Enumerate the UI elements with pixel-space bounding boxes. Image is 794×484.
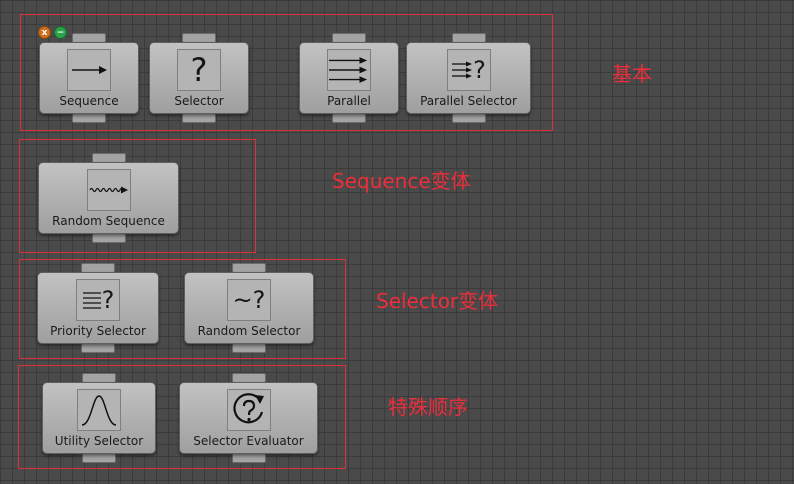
output-port[interactable]	[451, 113, 486, 123]
parallel-arrows-icon	[327, 49, 371, 91]
node-sequence[interactable]: Sequence	[39, 33, 139, 123]
parallel-selector-icon: ?	[446, 49, 491, 91]
node-body[interactable]: ~? Random Selector	[184, 272, 314, 344]
group-label-basic: 基本	[612, 62, 652, 86]
output-port[interactable]	[81, 343, 115, 353]
question-cycle-icon	[226, 389, 271, 431]
node-body[interactable]: Sequence	[39, 42, 139, 114]
wavy-arrow-icon	[86, 169, 131, 211]
node-label: Parallel	[327, 94, 371, 108]
arrow-right-icon	[67, 49, 111, 91]
node-selector[interactable]: ? Selector	[149, 33, 249, 123]
output-port[interactable]	[232, 343, 266, 353]
random-selector-icon: ~?	[227, 279, 271, 321]
output-port[interactable]	[231, 453, 266, 463]
node-random-sequence[interactable]: Random Sequence	[38, 153, 179, 243]
question-glyph: ?	[101, 286, 115, 314]
node-priority-selector[interactable]: ? Priority Selector	[37, 263, 159, 353]
output-port[interactable]	[72, 113, 106, 123]
question-mark-icon: ?	[177, 49, 221, 91]
node-label: Selector Evaluator	[193, 434, 304, 448]
group-label-sequence-variants: Sequence变体	[332, 169, 471, 193]
question-glyph: ?	[190, 51, 208, 89]
node-random-selector[interactable]: ~? Random Selector	[184, 263, 314, 353]
node-body[interactable]: Selector Evaluator	[179, 382, 318, 454]
node-selector-evaluator[interactable]: Selector Evaluator	[179, 373, 318, 463]
node-utility-selector[interactable]: Utility Selector	[42, 373, 156, 463]
node-body[interactable]: ? Priority Selector	[37, 272, 159, 344]
output-port[interactable]	[82, 453, 116, 463]
output-port[interactable]	[91, 233, 126, 243]
node-body[interactable]: Utility Selector	[42, 382, 156, 454]
bell-curve-icon	[77, 389, 121, 431]
node-label: Sequence	[59, 94, 119, 108]
node-body[interactable]: ? Selector	[149, 42, 249, 114]
node-label: Utility Selector	[54, 434, 144, 448]
output-port[interactable]	[182, 113, 216, 123]
node-body[interactable]: Parallel	[299, 42, 399, 114]
node-parallel-selector[interactable]: ? Parallel Selector	[406, 33, 531, 123]
node-body[interactable]: ? Parallel Selector	[406, 42, 531, 114]
node-label: Random Sequence	[52, 214, 165, 228]
output-port[interactable]	[332, 113, 366, 123]
node-label: Priority Selector	[50, 324, 146, 338]
group-label-selector-variants: Selector变体	[376, 289, 499, 313]
node-parallel[interactable]: Parallel	[299, 33, 399, 123]
tilde-question-glyph: ~?	[232, 286, 266, 314]
node-label: Random Selector	[197, 324, 301, 338]
node-label: Selector	[174, 94, 224, 108]
node-body[interactable]: Random Sequence	[38, 162, 179, 234]
priority-list-icon: ?	[76, 279, 120, 321]
node-label: Parallel Selector	[420, 94, 517, 108]
question-glyph: ?	[473, 56, 486, 84]
group-label-special-order: 特殊顺序	[388, 395, 468, 419]
